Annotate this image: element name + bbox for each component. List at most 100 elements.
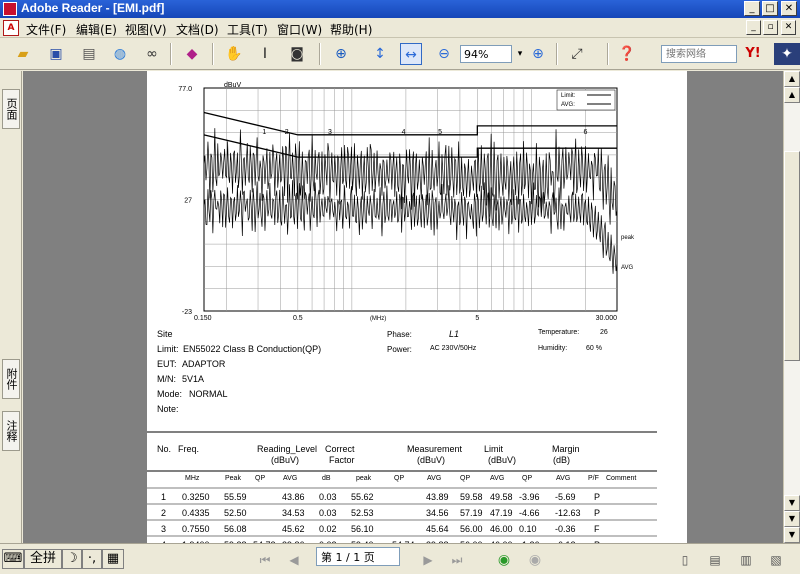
- previous-page-icon[interactable]: ◀: [285, 551, 303, 569]
- legend-entry: AVG:: [561, 102, 575, 108]
- tab-comments[interactable]: 注释: [2, 411, 20, 451]
- table-cell: 0.02: [319, 524, 337, 534]
- ime-keyboard-icon[interactable]: ⌨: [2, 549, 24, 569]
- ime-mode[interactable]: 全拼: [24, 549, 62, 569]
- toolbar-separator: [319, 43, 321, 65]
- zoom-input[interactable]: [460, 45, 512, 63]
- column-subheader: (dBuV): [271, 455, 300, 465]
- ime-halfwidth-icon[interactable]: ☽: [62, 549, 82, 569]
- menu-file[interactable]: 文件(F): [26, 21, 66, 38]
- continuous-icon[interactable]: ▤: [706, 551, 724, 569]
- menu-help[interactable]: 帮助(H): [330, 21, 372, 38]
- menu-view[interactable]: 视图(V): [125, 21, 167, 38]
- next-page-icon[interactable]: ▶: [419, 551, 437, 569]
- field-value: NORMAL: [189, 389, 228, 399]
- x-tick-label: 30.000: [596, 315, 618, 322]
- doc-restore-button[interactable]: ▫: [763, 20, 778, 35]
- column-subheader: (dB): [553, 455, 571, 465]
- open-icon[interactable]: ▰: [12, 43, 34, 65]
- go-back-icon[interactable]: ◉: [495, 551, 513, 569]
- select-text-icon[interactable]: Ⅰ: [254, 43, 276, 65]
- doc-minimize-button[interactable]: _: [746, 20, 761, 35]
- first-page-icon[interactable]: ⏮: [256, 551, 274, 569]
- menu-edit[interactable]: 编辑(E): [76, 21, 117, 38]
- fit-width-icon[interactable]: ↔: [400, 43, 422, 65]
- page-number-input[interactable]: [316, 547, 400, 566]
- pdf-doc-icon[interactable]: A: [3, 20, 19, 36]
- scroll-page-up-button[interactable]: ▲: [784, 87, 800, 103]
- zoom-out-icon[interactable]: ⊖: [433, 43, 455, 65]
- unit-header: MHz: [185, 475, 200, 482]
- zoom-in-icon[interactable]: ⊕: [527, 43, 549, 65]
- go-forward-icon[interactable]: ◉: [526, 551, 544, 569]
- toolbar-separator: [170, 43, 172, 65]
- hand-icon[interactable]: ✋: [223, 43, 245, 65]
- help-icon[interactable]: ❓: [616, 43, 638, 65]
- peak-marker: 4: [402, 129, 406, 136]
- tab-attachments[interactable]: 附件: [2, 359, 20, 399]
- table-cell: 45.64: [426, 524, 449, 534]
- fit-page-icon[interactable]: ↕: [369, 43, 391, 65]
- table-cell: 43.86: [282, 492, 305, 502]
- field-label: EUT:: [157, 359, 177, 369]
- rotate-icon[interactable]: ⤢: [566, 43, 588, 65]
- search-binoculars-icon[interactable]: ∞: [141, 43, 163, 65]
- scroll-down-button[interactable]: ▼: [784, 511, 800, 527]
- y-tick-label: 77.0: [178, 86, 192, 93]
- avg-trace-label: AVG: [621, 265, 634, 271]
- row-number: 2: [161, 508, 167, 518]
- vertical-scrollbar[interactable]: ▲ ▲ ▼ ▼ ▼: [783, 71, 800, 543]
- save-icon[interactable]: ▣: [45, 43, 67, 65]
- table-cell: 56.10: [351, 524, 374, 534]
- tab-pages[interactable]: 页面: [2, 89, 20, 129]
- document-area[interactable]: 77.0 27 -23 dBuV 0.150 0.5 5 30.000 (MHz) 1 2 3 4 5 6 p…: [23, 71, 783, 543]
- field-label: Mode:: [157, 389, 183, 399]
- close-button[interactable]: ✕: [781, 1, 797, 16]
- humidity-label: Humidity:: [538, 345, 568, 352]
- scroll-thumb[interactable]: [784, 151, 800, 361]
- peak-marker: 1: [262, 129, 266, 136]
- yahoo-icon[interactable]: Y!: [742, 43, 764, 65]
- email-icon[interactable]: ◍: [109, 43, 131, 65]
- table-cell: 52.50: [224, 508, 247, 518]
- field-label: Note:: [157, 404, 179, 414]
- menu-tools[interactable]: 工具(T): [227, 21, 268, 38]
- table-cell: P: [594, 508, 601, 518]
- unit-header: QP: [394, 475, 405, 482]
- phase-label: Phase:: [387, 330, 412, 339]
- menu-document[interactable]: 文档(D): [176, 21, 219, 38]
- facing-icon[interactable]: ▧: [767, 551, 785, 569]
- unit-header: AVG: [556, 475, 571, 482]
- single-page-icon[interactable]: ▯: [676, 551, 694, 569]
- ime-punctuation-icon[interactable]: ·,: [82, 549, 102, 569]
- print-icon[interactable]: ▤: [78, 43, 100, 65]
- column-subheader: (dBuV): [417, 455, 446, 465]
- table-cell: 45.62: [282, 524, 305, 534]
- create-pdf-icon[interactable]: ◆: [181, 43, 203, 65]
- table-cell: P: [594, 492, 601, 502]
- y-tick-label: -23: [182, 309, 192, 316]
- power-value: AC 230V/50Hz: [430, 345, 477, 352]
- table-cell: 59.58: [460, 492, 483, 502]
- x-axis-label: (MHz): [370, 316, 386, 322]
- table-cell: 0.10: [519, 524, 537, 534]
- menu-window[interactable]: 窗口(W): [277, 21, 322, 38]
- continuous-facing-icon[interactable]: ▥: [737, 551, 755, 569]
- field-label: Site: [157, 329, 173, 339]
- scroll-page-down-button[interactable]: ▼: [784, 495, 800, 511]
- snapshot-icon[interactable]: ◙: [286, 43, 308, 65]
- minimize-button[interactable]: _: [744, 1, 760, 16]
- doc-close-button[interactable]: ✕: [781, 20, 796, 35]
- toolbar-separator: [556, 43, 558, 65]
- maximize-button[interactable]: □: [762, 1, 778, 16]
- search-input[interactable]: [661, 45, 737, 63]
- last-page-icon[interactable]: ⏭: [448, 551, 466, 569]
- zoom-in-tool-icon[interactable]: ⊕: [330, 43, 352, 65]
- phase-value: L1: [449, 329, 460, 339]
- table-cell: 0.7550: [182, 524, 210, 534]
- scroll-bottom-button[interactable]: ▼: [784, 527, 800, 543]
- temperature-label: Temperature:: [538, 329, 580, 336]
- table-cell: 0.03: [319, 492, 337, 502]
- ime-softkeyboard-icon[interactable]: ▦: [102, 549, 124, 569]
- scroll-up-button[interactable]: ▲: [784, 71, 800, 87]
